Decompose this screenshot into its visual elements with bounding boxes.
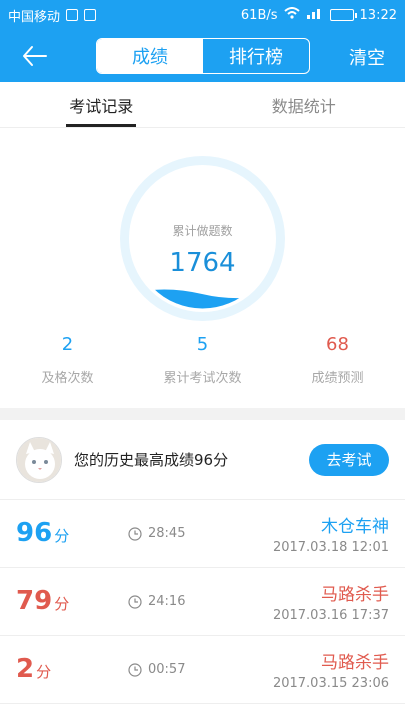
stat-label: 及格次数 (41, 371, 94, 386)
duration-value: 28:45 (148, 526, 186, 541)
tab-statistics[interactable]: 数据统计 (203, 82, 405, 127)
signal-icon (306, 7, 324, 23)
list-item[interactable]: 79 分 24:16 马路杀手 2017.03.16 17:37 (0, 568, 405, 636)
record-score: 96 分 (16, 518, 69, 548)
list-item[interactable]: 2分 00:57 马路杀手 2017.03.15 23:06 (0, 636, 405, 704)
segment-ranking[interactable]: 排行榜 (203, 39, 309, 73)
progress-gauge: 累计做题数 1764 (120, 156, 285, 321)
clear-button[interactable]: 清空 (349, 44, 385, 70)
list-item[interactable]: 96 分 28:45 木仓车神 2017.03.18 12:01 (0, 500, 405, 568)
record-title: 马路杀手 (321, 585, 389, 605)
clock-icon (128, 594, 142, 609)
record-score: 2分 (16, 654, 51, 684)
message-icon (84, 9, 97, 21)
best-score-text: 您的历史最高成绩96分 (74, 451, 229, 469)
stat-value: 5 (196, 334, 209, 355)
best-score-row: 您的历史最高成绩96分 去考试 (0, 420, 405, 500)
record-title: 马路杀手 (321, 653, 389, 673)
record-duration: 28:45 (128, 526, 185, 541)
stat-pass-count: 2 及格次数 (0, 334, 135, 386)
app-header: 成绩 排行榜 清空 (0, 30, 405, 82)
exam-record-list: 96 分 28:45 木仓车神 2017.03.18 12:01 79 分 24:1… (0, 500, 405, 704)
clock-icon (128, 526, 142, 541)
segment-score[interactable]: 成绩 (97, 39, 203, 73)
tab-bar: 考试记录 数据统计 (0, 82, 405, 128)
score-value: 96 (16, 518, 53, 548)
take-exam-button[interactable]: 去考试 (309, 443, 389, 476)
record-date: 2017.03.18 12:01 (272, 540, 389, 555)
status-bar: 中国移动 61B/s 13:22 (0, 0, 405, 30)
record-duration: 00:57 (128, 662, 185, 677)
record-score: 79 分 (16, 586, 69, 616)
stats-row: 2 及格次数 5 累计考试次数 68 成绩预测 (0, 334, 405, 386)
stat-label: 累计考试次数 (163, 371, 242, 386)
stat-value: 2 (61, 334, 74, 355)
shield-icon (66, 9, 79, 21)
stat-exam-count: 5 累计考试次数 (135, 334, 270, 386)
duration-value: 00:57 (148, 662, 186, 677)
tab-exam-records[interactable]: 考试记录 (0, 82, 203, 127)
wifi-icon (283, 7, 300, 23)
score-unit: 分 (54, 527, 70, 545)
clock-icon (128, 662, 142, 677)
clock-time: 13:22 (359, 7, 397, 23)
stat-score-prediction: 68 成绩预测 (270, 334, 405, 386)
record-duration: 24:16 (128, 594, 185, 609)
record-title: 木仓车神 (321, 517, 389, 537)
gauge-count: 1764 (169, 248, 236, 278)
record-date: 2017.03.15 23:06 (272, 676, 389, 691)
score-unit: 分 (54, 595, 70, 613)
score-value: 2 (16, 654, 35, 684)
carrier-label: 中国移动 (8, 9, 61, 25)
score-unit: 分 (36, 663, 52, 681)
network-speed: 61B/s (240, 7, 278, 23)
back-arrow-icon[interactable] (20, 42, 50, 70)
stat-value: 68 (326, 334, 349, 355)
duration-value: 24:16 (148, 594, 186, 609)
stat-label: 成绩预测 (311, 371, 364, 386)
record-date: 2017.03.16 17:37 (272, 608, 389, 623)
battery-icon (329, 9, 357, 21)
score-value: 79 (16, 586, 53, 616)
avatar[interactable] (16, 436, 62, 483)
gauge-label: 累计做题数 (172, 224, 233, 238)
segment-control: 成绩 排行榜 (96, 38, 310, 74)
section-divider (0, 408, 405, 420)
summary-panel: 累计做题数 1764 2 及格次数 5 累计考试次数 68 成绩预测 (0, 128, 405, 408)
